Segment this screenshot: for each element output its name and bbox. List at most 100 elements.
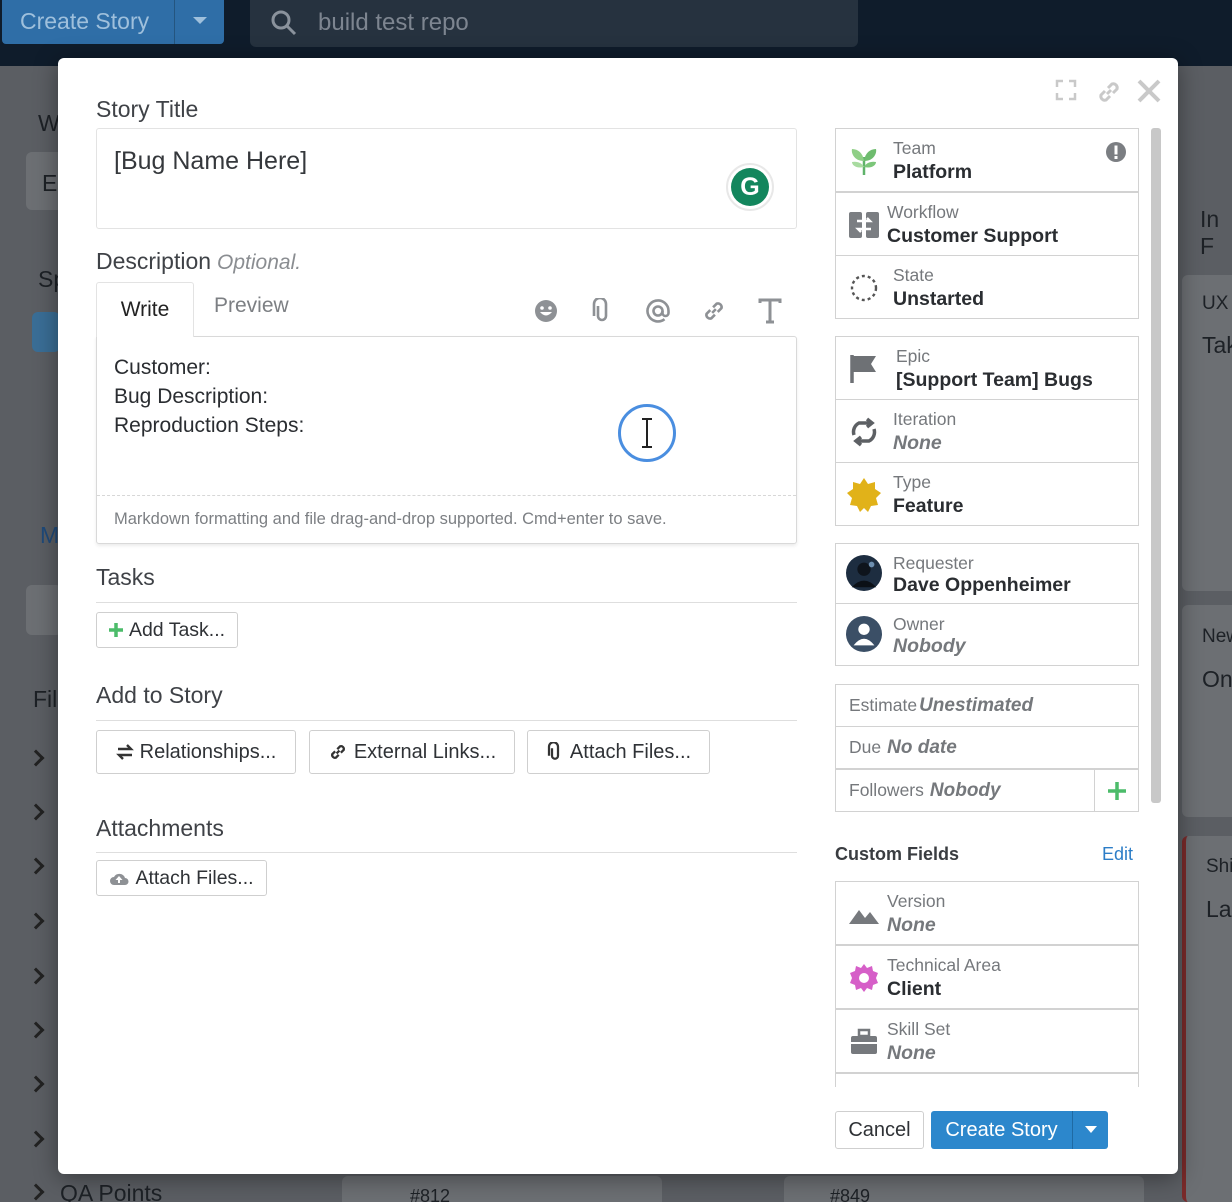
attachments-heading: Attachments: [96, 815, 224, 841]
team-leaf-icon: [846, 143, 882, 179]
relationships-label: Relationships...: [139, 740, 277, 763]
grammarly-letter: G: [731, 168, 769, 206]
divider: [96, 602, 797, 603]
description-editor[interactable]: Customer: Bug Description: Reproduction …: [96, 336, 797, 544]
type-field[interactable]: Type Feature: [835, 462, 1139, 526]
iteration-label: Iteration: [893, 409, 957, 429]
tab-write[interactable]: Write: [96, 282, 194, 337]
attach-files-button[interactable]: Attach Files...: [527, 730, 710, 774]
next-field-partial: [835, 1073, 1139, 1087]
create-story-button[interactable]: Create Story: [931, 1111, 1072, 1149]
scrollbar-thumb[interactable]: [1151, 128, 1161, 803]
close-icon[interactable]: [1136, 78, 1162, 104]
mountain-icon: [846, 896, 882, 932]
technical-area-field[interactable]: Technical Area Client: [835, 945, 1139, 1009]
attachment-icon[interactable]: [587, 296, 617, 326]
description-label: Description: [96, 248, 212, 274]
flag-icon: [846, 351, 882, 387]
epic-value: [Support Team] Bugs: [896, 369, 1093, 391]
link-icon: [330, 745, 345, 759]
bg-create-story-button[interactable]: Create Story: [2, 0, 224, 44]
chevron-down-icon[interactable]: [174, 0, 224, 44]
bg-qa-points: QA Points: [60, 1180, 163, 1202]
expand-icon[interactable]: [1054, 78, 1078, 102]
skill-set-label: Skill Set: [887, 1019, 951, 1039]
description-heading: Description Optional.: [96, 248, 301, 275]
bg-card-id: #812: [410, 1186, 451, 1202]
divider: [96, 852, 797, 853]
requester-value: Dave Oppenheimer: [893, 574, 1071, 596]
iteration-field[interactable]: Iteration None: [835, 399, 1139, 463]
bg-side-letter: W: [38, 110, 60, 136]
tab-preview[interactable]: Preview: [214, 294, 289, 318]
bg-search-bar[interactable]: build test repo: [250, 0, 858, 47]
due-field[interactable]: Due No date: [835, 726, 1139, 769]
version-field[interactable]: Version None: [835, 881, 1139, 945]
user-icon: [846, 616, 882, 652]
warning-icon: [1106, 142, 1126, 162]
external-links-label: External Links...: [353, 740, 497, 763]
description-optional: Optional.: [217, 251, 302, 274]
gear-icon: [846, 960, 882, 996]
story-title-input[interactable]: [Bug Name Here] G: [96, 128, 797, 229]
chevron-down-icon: [1084, 1126, 1097, 1133]
custom-fields-edit-link[interactable]: Edit: [1102, 844, 1133, 865]
workflow-field[interactable]: Workflow Customer Support: [835, 192, 1139, 256]
estimate-label: Estimate: [849, 695, 918, 715]
followers-field[interactable]: Followers Nobody: [835, 769, 1095, 812]
description-text[interactable]: Customer: Bug Description: Reproduction …: [114, 353, 304, 440]
external-links-button[interactable]: External Links...: [309, 730, 515, 774]
state-field[interactable]: State Unstarted: [835, 255, 1139, 319]
plus-icon: [1107, 781, 1126, 800]
owner-label: Owner: [893, 614, 945, 634]
state-unstarted-icon: [846, 270, 882, 306]
add-follower-button[interactable]: [1094, 769, 1139, 812]
requester-label: Requester: [893, 553, 974, 573]
technical-area-label: Technical Area: [887, 955, 1001, 975]
create-story-dialog: Story Title [Bug Name Here] G Descriptio…: [58, 58, 1178, 1174]
link-icon[interactable]: [699, 296, 729, 326]
requester-field[interactable]: Requester Dave Oppenheimer: [835, 543, 1139, 604]
mention-icon[interactable]: [643, 296, 673, 326]
bg-side-letter: M: [40, 522, 60, 548]
relationships-button[interactable]: Relationships...: [96, 730, 296, 774]
emoji-icon[interactable]: [531, 296, 561, 326]
state-value: Unstarted: [893, 288, 985, 310]
bg-create-story-label: Create Story: [20, 7, 150, 34]
iteration-value: None: [893, 432, 942, 454]
divider: [96, 720, 797, 721]
link-icon[interactable]: [1095, 78, 1123, 106]
epic-field[interactable]: Epic [Support Team] Bugs: [835, 336, 1139, 400]
workflow-icon: [846, 207, 882, 243]
cancel-button[interactable]: Cancel: [835, 1111, 924, 1149]
bg-peek-text: La: [1206, 896, 1232, 922]
bg-peek-text: Shi: [1206, 856, 1232, 877]
add-task-button[interactable]: Add Task...: [96, 612, 238, 648]
story-title-value[interactable]: [Bug Name Here]: [114, 147, 307, 176]
estimate-value: Unestimated: [919, 694, 1034, 716]
custom-fields-heading: Custom Fields: [835, 844, 960, 864]
owner-value: Nobody: [893, 635, 966, 657]
bg-side-letter: Fil: [33, 686, 58, 712]
cloud-upload-icon: [110, 873, 129, 885]
add-task-label: Add Task...: [128, 618, 226, 641]
text-format-icon[interactable]: [755, 296, 785, 326]
attachments-attach-button[interactable]: Attach Files...: [96, 860, 267, 896]
bg-peek-text: UX: [1202, 293, 1229, 314]
toolbox-icon: [846, 1024, 882, 1060]
avatar: [846, 555, 882, 591]
bg-peek-text: In F: [1200, 206, 1220, 259]
version-value: None: [887, 914, 936, 936]
description-line: Reproduction Steps:: [114, 414, 305, 437]
owner-field[interactable]: Owner Nobody: [835, 603, 1139, 666]
plus-icon: [108, 623, 123, 637]
grammarly-icon[interactable]: G: [726, 163, 774, 211]
text-cursor-icon: [618, 404, 676, 462]
create-options-dropdown[interactable]: [1072, 1111, 1108, 1149]
team-field[interactable]: Team Platform: [835, 128, 1139, 192]
estimate-field[interactable]: Estimate Unestimated: [835, 684, 1139, 727]
team-value: Platform: [893, 161, 973, 183]
workflow-label: Workflow: [887, 202, 959, 222]
skill-set-field[interactable]: Skill Set None: [835, 1009, 1139, 1073]
skill-set-value: None: [887, 1042, 936, 1064]
